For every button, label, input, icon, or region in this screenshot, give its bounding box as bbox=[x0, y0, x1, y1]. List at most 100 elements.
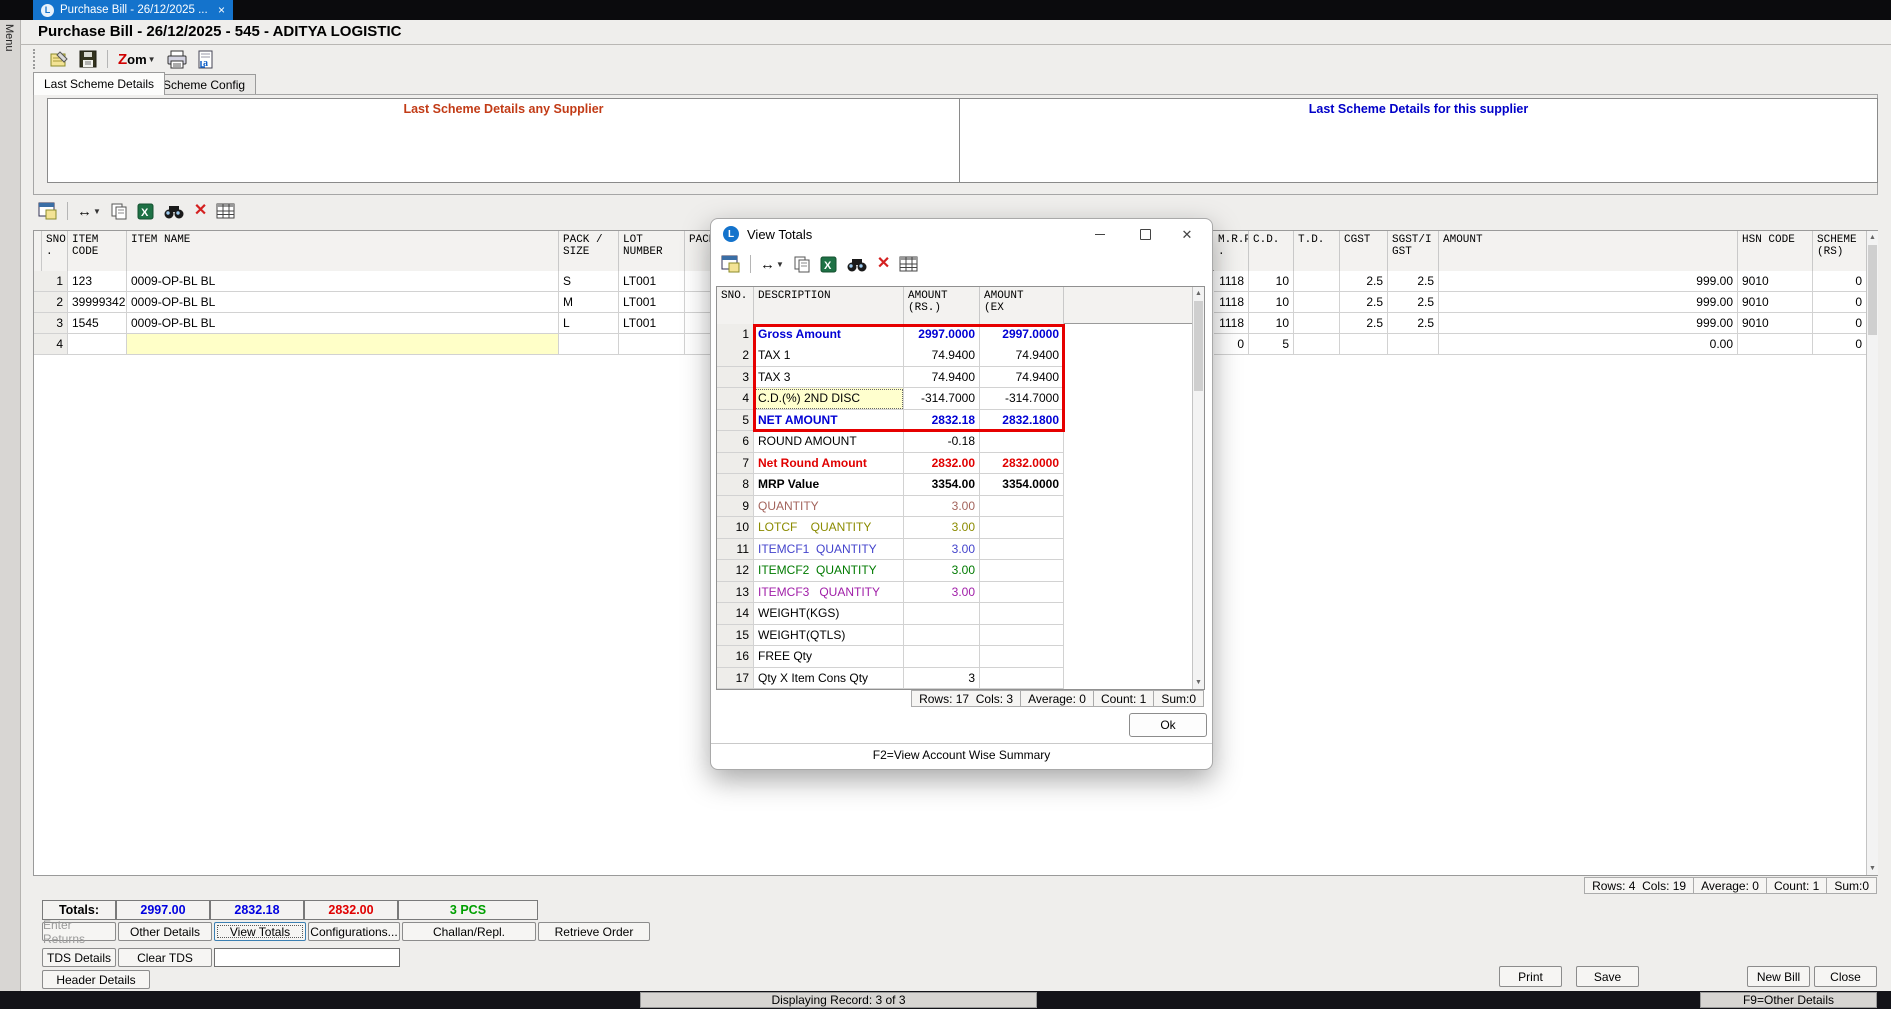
totals-cell-desc[interactable]: Net Round Amount bbox=[754, 453, 904, 475]
totals-cell-desc[interactable]: Gross Amount bbox=[754, 324, 904, 346]
header-details-button[interactable]: Header Details bbox=[42, 970, 150, 989]
grid-cell-sgst[interactable] bbox=[1388, 334, 1439, 355]
grid-cell-mrp[interactable]: 1118 bbox=[1214, 271, 1249, 292]
totals-cell-ex[interactable]: 2832.1800 bbox=[980, 410, 1064, 432]
totals-cell-sno[interactable]: 11 bbox=[717, 539, 754, 561]
menu-strip-label[interactable]: Menu bbox=[3, 24, 15, 52]
grid-cell-td[interactable] bbox=[1294, 292, 1340, 313]
grid-cell-hsn[interactable]: 9010 bbox=[1738, 271, 1813, 292]
totals-cell-rs[interactable]: 3.00 bbox=[904, 539, 980, 561]
totals-cell-ex[interactable] bbox=[980, 582, 1064, 604]
scroll-down-icon[interactable]: ▼ bbox=[1867, 862, 1878, 875]
grid-cell-cd[interactable]: 10 bbox=[1249, 271, 1294, 292]
column-header-sgst[interactable]: SGST/I GST bbox=[1388, 231, 1439, 271]
column-header-icode[interactable]: ITEM CODE bbox=[68, 231, 127, 271]
tds-input[interactable] bbox=[214, 948, 400, 967]
totals-cell-sno[interactable]: 8 bbox=[717, 474, 754, 496]
toolbar-grip[interactable] bbox=[33, 49, 39, 69]
grid-cell-sno[interactable]: 3 bbox=[42, 313, 68, 334]
totals-cell-ex[interactable] bbox=[980, 517, 1064, 539]
column-header-lot[interactable]: LOT NUMBER bbox=[619, 231, 685, 271]
minimize-button[interactable] bbox=[1086, 224, 1114, 245]
totals-cell-rs[interactable]: 74.9400 bbox=[904, 345, 980, 367]
grid-cell-hsn[interactable]: 9010 bbox=[1738, 313, 1813, 334]
maximize-button[interactable] bbox=[1131, 224, 1159, 245]
close-button[interactable]: ✕ bbox=[1173, 224, 1201, 245]
scrollbar-thumb[interactable] bbox=[1868, 245, 1877, 335]
column-header-packsize[interactable]: PACK / SIZE bbox=[559, 231, 619, 271]
grid-cell-scheme[interactable]: 0 bbox=[1813, 334, 1867, 355]
totals-cell-sno[interactable]: 1 bbox=[717, 324, 754, 346]
configurations--button[interactable]: Configurations... bbox=[308, 922, 400, 941]
find-icon[interactable] bbox=[163, 200, 185, 222]
grid-cell-lot[interactable]: LT001 bbox=[619, 292, 685, 313]
column-header-ex[interactable]: AMOUNT (EX bbox=[980, 287, 1064, 324]
form-view-icon[interactable] bbox=[721, 253, 741, 275]
totals-cell-sno[interactable]: 15 bbox=[717, 625, 754, 647]
grid-cell-cd[interactable]: 10 bbox=[1249, 313, 1294, 334]
column-header-iname[interactable]: ITEM NAME bbox=[127, 231, 559, 271]
totals-cell-desc[interactable]: Qty X Item Cons Qty bbox=[754, 668, 904, 690]
view-totals-button[interactable]: View Totals bbox=[214, 922, 306, 941]
column-header-td[interactable]: T.D. bbox=[1294, 231, 1340, 271]
export-excel-icon[interactable]: X bbox=[137, 200, 154, 222]
column-header-mrp[interactable]: M.R.P . bbox=[1214, 231, 1249, 271]
save-button[interactable]: Save bbox=[1576, 966, 1639, 987]
delete-row-icon[interactable]: ✕ bbox=[877, 253, 890, 275]
totals-cell-desc[interactable]: C.D.(%) 2ND DISC bbox=[754, 388, 904, 410]
totals-cell-ex[interactable] bbox=[980, 496, 1064, 518]
print-icon[interactable] bbox=[166, 48, 188, 70]
totals-cell-ex[interactable]: 3354.0000 bbox=[980, 474, 1064, 496]
tds-details-button[interactable]: TDS Details bbox=[42, 948, 116, 967]
column-header-rs[interactable]: AMOUNT (RS.) bbox=[904, 287, 980, 324]
totals-cell-sno[interactable]: 7 bbox=[717, 453, 754, 475]
grid-cell-td[interactable] bbox=[1294, 313, 1340, 334]
grid-cell-cgst[interactable]: 2.5 bbox=[1340, 292, 1388, 313]
totals-cell-ex[interactable]: 74.9400 bbox=[980, 367, 1064, 389]
totals-cell-desc[interactable]: QUANTITY bbox=[754, 496, 904, 518]
totals-cell-rs[interactable] bbox=[904, 625, 980, 647]
totals-cell-desc[interactable]: ITEMCF1 QUANTITY bbox=[754, 539, 904, 561]
grid-cell-icode[interactable]: 1545 bbox=[68, 313, 127, 334]
scroll-up-icon[interactable]: ▲ bbox=[1867, 231, 1878, 244]
tab-last-scheme-details[interactable]: Last Scheme Details bbox=[33, 72, 165, 95]
totals-cell-rs[interactable]: -314.7000 bbox=[904, 388, 980, 410]
column-header-sno[interactable]: SNO. bbox=[717, 287, 754, 324]
find-icon[interactable] bbox=[846, 253, 868, 275]
grid-cell-iname[interactable] bbox=[127, 334, 559, 355]
totals-cell-desc[interactable]: ITEMCF3 QUANTITY bbox=[754, 582, 904, 604]
totals-cell-rs[interactable] bbox=[904, 603, 980, 625]
ok-button[interactable]: Ok bbox=[1129, 713, 1207, 737]
totals-cell-ex[interactable] bbox=[980, 560, 1064, 582]
totals-cell-ex[interactable]: -314.7000 bbox=[980, 388, 1064, 410]
totals-cell-desc[interactable]: NET AMOUNT bbox=[754, 410, 904, 432]
grid-cell-amount[interactable]: 999.00 bbox=[1439, 271, 1738, 292]
grid-cell-cd[interactable]: 5 bbox=[1249, 334, 1294, 355]
totals-cell-rs[interactable]: 2832.18 bbox=[904, 410, 980, 432]
grid-cell-icode[interactable]: 39999342 bbox=[68, 292, 127, 313]
column-header-cgst[interactable]: CGST bbox=[1340, 231, 1388, 271]
totals-cell-desc[interactable]: ITEMCF2 QUANTITY bbox=[754, 560, 904, 582]
form-view-icon[interactable] bbox=[38, 200, 58, 222]
scrollbar-thumb[interactable] bbox=[1194, 301, 1203, 391]
totals-cell-desc[interactable]: FREE Qty bbox=[754, 646, 904, 668]
column-header-amount[interactable]: AMOUNT bbox=[1439, 231, 1738, 271]
totals-cell-rs[interactable]: -0.18 bbox=[904, 431, 980, 453]
totals-cell-ex[interactable] bbox=[980, 625, 1064, 647]
totals-cell-ex[interactable]: 2997.0000 bbox=[980, 324, 1064, 346]
grid-view-icon[interactable] bbox=[216, 200, 235, 222]
document-tab[interactable]: L Purchase Bill - 26/12/2025 ... × bbox=[33, 0, 233, 20]
totals-cell-desc[interactable]: WEIGHT(KGS) bbox=[754, 603, 904, 625]
grid-cell-packsize[interactable] bbox=[559, 334, 619, 355]
column-width-icon[interactable]: ↔▼ bbox=[77, 200, 101, 222]
column-header-sel[interactable] bbox=[34, 231, 42, 271]
grid-cell-iname[interactable]: 0009-OP-BL BL bbox=[127, 271, 559, 292]
grid-cell-scheme[interactable]: 0 bbox=[1813, 313, 1867, 334]
menu-strip[interactable] bbox=[0, 20, 21, 991]
totals-cell-desc[interactable]: TAX 1 bbox=[754, 345, 904, 367]
grid-cell-hsn[interactable] bbox=[1738, 334, 1813, 355]
grid-cell-sno[interactable]: 4 bbox=[42, 334, 68, 355]
print-button[interactable]: Print bbox=[1499, 966, 1562, 987]
totals-cell-ex[interactable] bbox=[980, 431, 1064, 453]
copy-icon[interactable] bbox=[793, 253, 811, 275]
